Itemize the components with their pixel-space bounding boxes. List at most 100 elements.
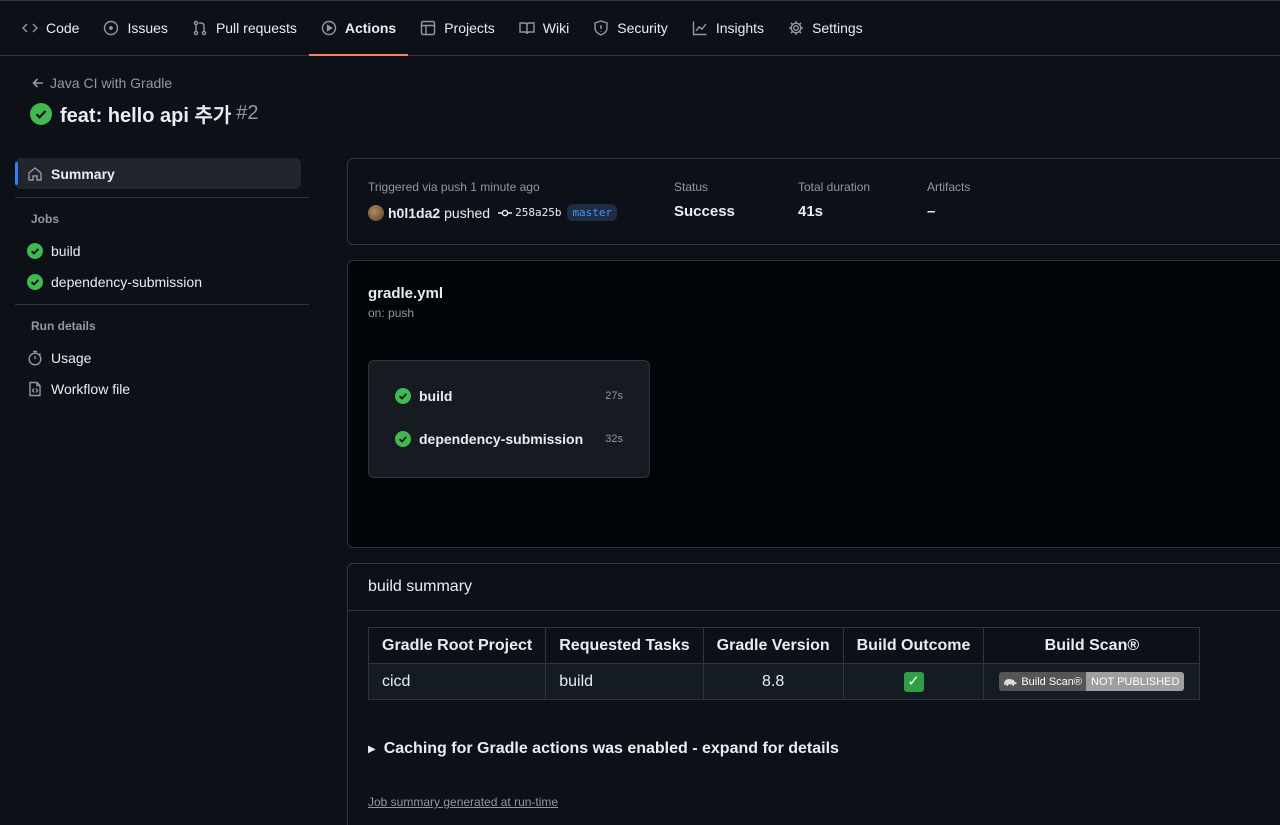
- git-commit-icon: [498, 209, 513, 216]
- job-duration: 32s: [605, 433, 623, 445]
- graph-icon: [692, 21, 707, 36]
- check-circle-icon: [27, 273, 43, 290]
- table-icon: [421, 20, 436, 36]
- commit-sha: 258a25b: [515, 206, 562, 219]
- build-summary-table: Gradle Root Project Requested Tasks Grad…: [367, 627, 1201, 700]
- tab-pull-requests-label: Pull requests: [215, 20, 297, 36]
- back-to-workflow-link[interactable]: Java CI with Gradle: [32, 75, 172, 91]
- issue-icon: [104, 20, 119, 36]
- cell-version: 8.8: [702, 663, 844, 700]
- sidebar-job-label: dependency-submission: [51, 273, 202, 290]
- tab-actions[interactable]: Actions: [308, 1, 409, 56]
- run-meta-panel: Triggered via push 1 minute ago h0l1da2 …: [347, 158, 1280, 245]
- check-circle-icon: [30, 102, 52, 125]
- pull-request-icon: [193, 20, 207, 36]
- artifacts-label: Artifacts: [927, 180, 971, 194]
- sidebar-job-label: build: [51, 242, 81, 259]
- badge-left: Build Scan®: [999, 672, 1087, 691]
- sidebar-item-workflow-file[interactable]: Workflow file: [15, 373, 309, 404]
- build-scan-badge[interactable]: Build Scan® NOT PUBLISHED: [999, 672, 1185, 691]
- tab-insights-label: Insights: [715, 20, 765, 36]
- actor-link[interactable]: h0l1da2: [388, 205, 440, 221]
- tab-security-label: Security: [617, 20, 668, 36]
- cell-tasks: build: [545, 663, 704, 700]
- job-node-build[interactable]: build 27s: [395, 388, 623, 404]
- book-icon: [519, 22, 535, 35]
- tab-issues-label: Issues: [127, 20, 168, 36]
- badge-left-label: Build Scan®: [1021, 675, 1083, 688]
- table-row: cicd build 8.8 ✓ Build Scan® NOT PUBLISH…: [367, 663, 1201, 700]
- branch-badge[interactable]: master: [567, 204, 618, 221]
- status-value: Success: [674, 203, 735, 220]
- build-summary-heading: build summary: [348, 564, 1280, 611]
- tab-security[interactable]: Security: [581, 1, 680, 55]
- sidebar-workflow-file-label: Workflow file: [51, 380, 131, 397]
- tab-settings-label: Settings: [812, 20, 863, 36]
- job-node-dependency-submission[interactable]: dependency-submission 32s: [395, 431, 623, 447]
- check-circle-icon: [395, 431, 411, 447]
- divider: [15, 304, 309, 305]
- shield-icon: [594, 20, 608, 36]
- tab-insights[interactable]: Insights: [680, 1, 776, 55]
- sidebar-item-summary[interactable]: Summary: [15, 158, 301, 189]
- sidebar-item-usage[interactable]: Usage: [15, 342, 309, 373]
- column-header: Gradle Version: [702, 627, 844, 664]
- jobs-group: build 27s dependency-submission 32s: [368, 360, 650, 478]
- job-name: build: [419, 388, 453, 404]
- build-summary-panel: build summary Gradle Root Project Reques…: [347, 563, 1280, 825]
- workflow-file-name: gradle.yml: [368, 285, 444, 302]
- caching-details-toggle[interactable]: ▶ Caching for Gradle actions was enabled…: [368, 740, 839, 758]
- duration-label: Total duration: [798, 180, 871, 194]
- tab-settings[interactable]: Settings: [776, 1, 875, 55]
- tab-wiki-label: Wiki: [542, 20, 570, 36]
- home-icon: [28, 166, 42, 181]
- tab-projects[interactable]: Projects: [408, 1, 507, 55]
- commit-link[interactable]: 258a25b: [498, 206, 561, 220]
- avatar[interactable]: [368, 204, 384, 221]
- summary-generated-link[interactable]: Job summary generated at run-time: [368, 795, 558, 809]
- run-title: feat: hello api 추가: [60, 105, 232, 127]
- column-header: Build Outcome: [842, 627, 985, 664]
- sidebar-usage-label: Usage: [51, 349, 92, 366]
- check-circle-icon: [27, 242, 43, 259]
- tab-wiki[interactable]: Wiki: [507, 1, 581, 55]
- push-info: h0l1da2 pushed 258a25b master: [368, 204, 618, 221]
- repo-nav: Code Issues Pull requests Actions Projec…: [0, 0, 1280, 56]
- page-title: feat: hello api 추가 #2: [30, 99, 259, 128]
- column-header: Requested Tasks: [545, 627, 704, 664]
- job-duration: 27s: [605, 390, 623, 402]
- divider: [15, 197, 309, 198]
- workflow-graph-panel: gradle.yml on: push build 27s dependency…: [347, 260, 1280, 548]
- check-circle-icon: [395, 388, 411, 404]
- tab-actions-label: Actions: [344, 20, 397, 36]
- tab-issues[interactable]: Issues: [91, 1, 179, 55]
- cell-outcome: ✓: [842, 663, 985, 700]
- sidebar-item-dependency-submission[interactable]: dependency-submission: [15, 266, 309, 297]
- back-label: Java CI with Gradle: [50, 75, 173, 91]
- cell-project: cicd: [367, 663, 547, 700]
- cell-build-scan: Build Scan® NOT PUBLISHED: [983, 663, 1201, 700]
- workflow-trigger: on: push: [368, 306, 415, 320]
- run-details-heading: Run details: [31, 319, 96, 333]
- status-label: Status: [674, 180, 709, 194]
- push-action: pushed: [444, 204, 491, 221]
- badge-right-label: NOT PUBLISHED: [1086, 672, 1185, 691]
- jobs-heading: Jobs: [31, 212, 60, 226]
- duration-value: 41s: [798, 203, 824, 220]
- tab-code[interactable]: Code: [22, 1, 91, 55]
- check-mark-button-icon: ✓: [903, 671, 924, 692]
- elephant-icon: [1004, 678, 1017, 686]
- code-icon: [22, 23, 38, 33]
- tab-code-label: Code: [46, 20, 80, 36]
- column-header: Gradle Root Project: [367, 627, 547, 664]
- arrow-left-icon: [32, 78, 43, 88]
- tab-pull-requests[interactable]: Pull requests: [180, 1, 309, 55]
- play-icon: [321, 20, 337, 36]
- job-name: dependency-submission: [419, 431, 584, 447]
- sidebar-item-build[interactable]: build: [15, 235, 309, 266]
- gear-icon: [789, 21, 804, 35]
- sidebar-summary-label: Summary: [51, 165, 115, 182]
- run-number: #2: [236, 102, 259, 124]
- stopwatch-icon: [28, 350, 42, 366]
- triggered-label: Triggered via push 1 minute ago: [368, 180, 540, 194]
